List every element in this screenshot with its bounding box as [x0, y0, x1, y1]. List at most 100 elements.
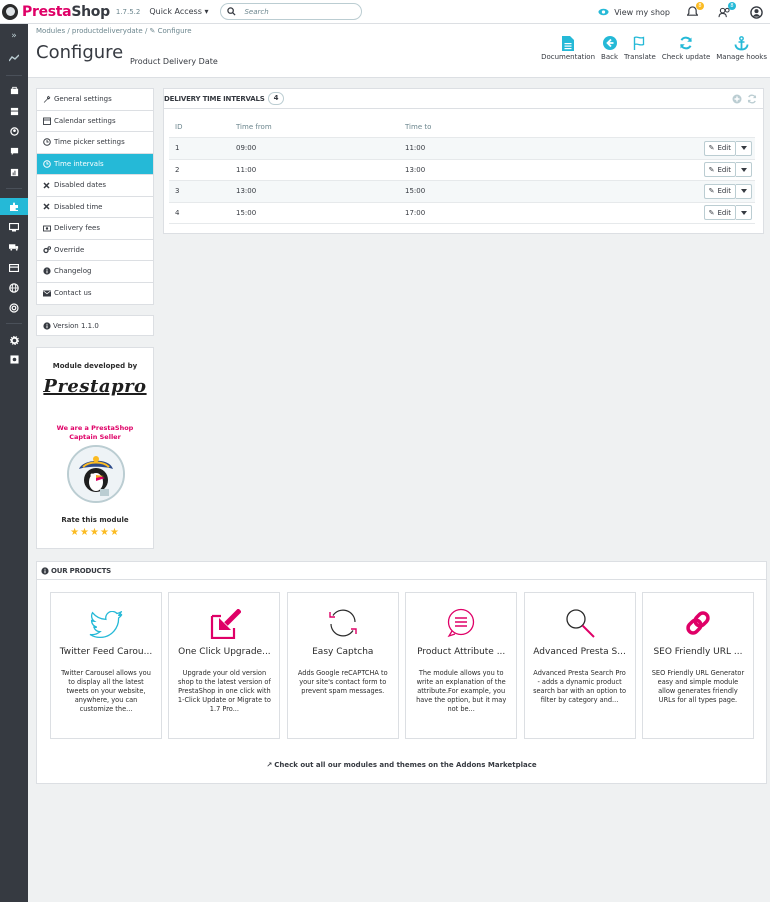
interval-count-badge: 4	[267, 92, 285, 105]
x-icon	[43, 182, 52, 189]
menu-item-delivery-fees[interactable]: Delivery fees	[37, 218, 153, 240]
menu-item-calendar-settings[interactable]: Calendar settings	[37, 111, 153, 132]
page-subtitle: Product Delivery Date	[130, 57, 218, 66]
caret-down-icon	[740, 167, 747, 172]
info-icon	[41, 566, 49, 575]
cell-time-from: 15:00	[236, 208, 257, 217]
document-icon	[562, 35, 575, 51]
breadcrumb[interactable]: Modules / productdeliverydate / ✎ Config…	[36, 27, 192, 35]
collapse-menu-icon[interactable]: »	[0, 28, 28, 44]
prestapro-logo[interactable]: Prestapro	[37, 376, 153, 397]
edit-button[interactable]: ✎ Edit	[703, 162, 736, 178]
edit-button[interactable]: ✎ Edit	[703, 205, 736, 221]
clock-icon	[43, 159, 52, 168]
column-header-time-to[interactable]: Time to	[405, 123, 695, 131]
product-card[interactable]: Product Attribute ... The module allows …	[405, 592, 518, 739]
marketing-icon[interactable]	[0, 300, 28, 316]
menu-item-time-picker-settings[interactable]: Time picker settings	[37, 132, 153, 154]
product-title[interactable]: Easy Captcha	[288, 647, 398, 657]
rating-stars[interactable]: ★★★★★	[37, 527, 153, 538]
translate-button[interactable]: Translate	[624, 33, 656, 61]
customers-icon[interactable]	[0, 123, 28, 139]
prestashop-logo[interactable]: PrestaShop	[2, 3, 110, 20]
customer-service-icon[interactable]	[0, 143, 28, 159]
product-card[interactable]: Easy Captcha Adds Google reCAPTCHA to yo…	[286, 592, 399, 739]
modules-icon[interactable]	[0, 198, 28, 215]
table-header-row: ID Time from Time to	[169, 116, 755, 138]
envelope-icon	[43, 290, 52, 297]
menu-item-contact-us[interactable]: Contact us	[37, 283, 153, 305]
notification-count: 8	[728, 2, 736, 10]
configure-icon[interactable]	[0, 332, 28, 348]
product-card[interactable]: SEO Friendly URL ... SEO Friendly URL Ge…	[641, 592, 754, 739]
info-icon	[43, 321, 51, 330]
payment-icon[interactable]	[0, 260, 28, 276]
product-card[interactable]: One Click Upgrade... Upgrade your old ve…	[168, 592, 281, 739]
row-actions-dropdown[interactable]	[736, 205, 752, 221]
edit-button[interactable]: ✎ Edit	[703, 183, 736, 199]
edit-label: Edit	[717, 208, 731, 217]
external-link-icon: ↗	[266, 761, 273, 769]
calendar-icon	[43, 117, 52, 125]
search-input[interactable]: Search	[220, 3, 363, 20]
international-icon[interactable]	[0, 280, 28, 296]
translate-label: Translate	[624, 53, 656, 61]
catalog-icon[interactable]	[0, 103, 28, 119]
table-row[interactable]: 3 13:00 15:00 ✎ Edit	[169, 181, 755, 203]
product-description: Advanced Presta Search Pro - adds a dyna…	[533, 669, 627, 704]
add-interval-button[interactable]	[731, 93, 743, 105]
manage-hooks-button[interactable]: Manage hooks	[716, 33, 767, 61]
captain-puffin-avatar	[67, 445, 125, 503]
column-header-id[interactable]: ID	[169, 123, 236, 131]
product-title[interactable]: Advanced Presta S...	[525, 647, 635, 657]
dashboard-icon[interactable]	[0, 50, 28, 66]
documentation-label: Documentation	[541, 53, 596, 61]
prestapro-brand-text: Prestapro	[43, 376, 147, 397]
back-button[interactable]: Back	[601, 33, 618, 61]
addons-marketplace-link[interactable]: ↗ Check out all our modules and themes on…	[37, 761, 766, 769]
row-actions-dropdown[interactable]	[736, 183, 752, 199]
shipping-icon[interactable]	[0, 239, 28, 255]
edit-button[interactable]: ✎ Edit	[703, 140, 736, 156]
orders-icon[interactable]	[0, 82, 28, 98]
menu-item-general-settings[interactable]: General settings	[37, 89, 153, 111]
refresh-icon	[680, 36, 693, 50]
refresh-icon	[329, 609, 357, 637]
orders-notification[interactable]: 8	[684, 2, 704, 20]
menu-item-time-intervals[interactable]: Time intervals	[37, 153, 153, 175]
account-avatar[interactable]	[748, 4, 764, 20]
product-title[interactable]: SEO Friendly URL ...	[643, 647, 753, 657]
caret-down-icon	[740, 189, 747, 194]
refresh-list-button[interactable]	[746, 93, 758, 105]
table-row[interactable]: 1 09:00 11:00 ✎ Edit	[169, 138, 755, 160]
product-card[interactable]: Advanced Presta S... Advanced Presta Sea…	[523, 592, 636, 739]
product-card[interactable]: Twitter Feed Carou... Twitter Carousel a…	[50, 592, 162, 739]
column-header-time-from[interactable]: Time from	[236, 123, 405, 131]
product-title[interactable]: One Click Upgrade...	[169, 647, 279, 657]
menu-item-disabled-dates[interactable]: Disabled dates	[37, 175, 153, 197]
product-description: The module allows you to write an explan…	[416, 669, 507, 713]
product-title[interactable]: Product Attribute ...	[406, 647, 516, 657]
product-description: Twitter Carousel allows you to display a…	[61, 669, 151, 713]
design-icon[interactable]	[0, 219, 28, 235]
customers-notification[interactable]: 8	[716, 2, 736, 20]
table-row[interactable]: 4 15:00 17:00 ✎ Edit	[169, 203, 755, 224]
header-toolbar: Documentation Back Translate Check updat…	[535, 33, 767, 61]
menu-item-disabled-time[interactable]: Disabled time	[37, 197, 153, 218]
menu-item-label: Time picker settings	[54, 138, 125, 147]
table-row[interactable]: 2 11:00 13:00 ✎ Edit	[169, 160, 755, 181]
menu-item-override[interactable]: Override	[37, 240, 153, 261]
stats-icon[interactable]	[0, 164, 28, 180]
row-actions-dropdown[interactable]	[736, 140, 752, 156]
menu-item-changelog[interactable]: Changelog	[37, 261, 153, 283]
view-shop-link[interactable]: View my shop	[598, 8, 670, 17]
advanced-parameters-icon[interactable]	[0, 351, 28, 367]
row-actions-dropdown[interactable]	[736, 162, 752, 178]
captain-line-2: Captain Seller	[69, 433, 121, 441]
user-circle-icon	[749, 5, 763, 19]
check-update-button[interactable]: Check update	[662, 33, 710, 61]
documentation-button[interactable]: Documentation	[541, 33, 595, 61]
product-title[interactable]: Twitter Feed Carou...	[51, 647, 161, 657]
quick-access-dropdown[interactable]: Quick Access ▾	[149, 7, 208, 16]
cell-id: 1	[175, 144, 180, 153]
